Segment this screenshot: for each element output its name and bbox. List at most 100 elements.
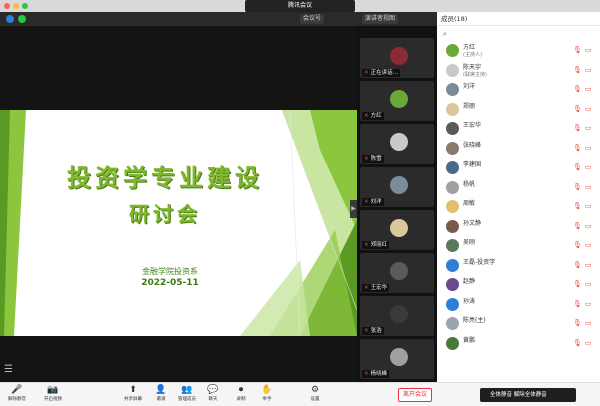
camera-off-icon[interactable]: ▭ (585, 339, 592, 347)
camera-off-icon[interactable]: ▭ (585, 300, 592, 308)
mic-muted-icon[interactable]: 🎙 (573, 280, 582, 288)
toolbar-label: 解除静音 (8, 397, 26, 402)
participant-row[interactable]: 周敏 🎙 ▭ (437, 198, 600, 217)
participant-name: 孙文静 (463, 219, 482, 227)
participant-row[interactable]: 郑丽 🎙 ▭ (437, 101, 600, 120)
tile-name: ✕ 张浩 (362, 327, 384, 335)
mic-muted-icon[interactable]: 🎙 (573, 124, 582, 132)
mic-muted-icon[interactable]: 🎙 (573, 163, 582, 171)
camera-off-icon[interactable]: ▭ (585, 105, 592, 113)
sidebar-toggle-icon[interactable]: ☰ (4, 364, 16, 376)
toolbar-button[interactable]: 💬 聊天 (202, 385, 224, 402)
toolbar-label: 开启视频 (44, 397, 62, 402)
participant-name: 孙涛 (463, 297, 476, 305)
window-controls[interactable] (4, 3, 28, 9)
mic-muted-icon[interactable]: 🎙 (573, 202, 582, 210)
mic-muted-icon[interactable]: 🎙 (573, 241, 582, 249)
video-tile[interactable]: ✕ 王宏华 (360, 253, 434, 293)
mic-muted-icon[interactable]: 🎙 (573, 46, 582, 54)
participant-row[interactable]: 杨帆 🎙 ▭ (437, 179, 600, 198)
participant-row[interactable]: 李建国 🎙 ▭ (437, 159, 600, 178)
participant-row[interactable]: 黄鹏 🎙 ▭ (437, 335, 600, 354)
camera-off-icon[interactable]: ▭ (585, 46, 592, 54)
mic-muted-icon[interactable]: 🎙 (573, 222, 582, 230)
toolbar-button[interactable]: ⬆ 共享屏幕 (122, 385, 144, 402)
toolbar-button[interactable]: 👥 管理成员 (176, 385, 198, 402)
mic-muted-icon[interactable]: 🎙 (573, 183, 582, 191)
toolbar-button[interactable]: 📷 开启视频 (42, 385, 64, 402)
video-tile[interactable]: ✕ 刘洋 (360, 167, 434, 207)
camera-off-icon[interactable]: ▭ (585, 163, 592, 171)
camera-off-icon[interactable]: ▭ (585, 280, 592, 288)
mic-muted-icon[interactable]: 🎙 (573, 66, 582, 74)
close-window-icon[interactable] (4, 3, 10, 9)
video-tile[interactable]: ✕ 正在讲话… (360, 38, 434, 78)
camera-off-icon[interactable]: ▭ (585, 222, 592, 230)
video-tile[interactable]: ✕ 郑丽红 (360, 210, 434, 250)
tile-name: ✕ 郑丽红 (362, 241, 390, 249)
camera-off-icon[interactable]: ▭ (585, 85, 592, 93)
slide-date: 2022-05-11 (141, 278, 199, 288)
toolbar-label: 聊天 (208, 397, 218, 402)
participant-row[interactable]: 王磊-投资学 🎙 ▭ (437, 257, 600, 276)
toolbar-label: 共享屏幕 (124, 397, 142, 402)
camera-off-icon[interactable]: ▭ (585, 241, 592, 249)
participant-name: 王磊-投资学 (463, 258, 496, 266)
minimize-window-icon[interactable] (13, 3, 19, 9)
camera-off-icon[interactable]: ▭ (585, 66, 592, 74)
toolbar-label: 设置 (310, 397, 320, 402)
participant-name: 周敏 (463, 200, 476, 207)
mute-all-bar[interactable]: 全体静音 解除全体静音 (480, 388, 576, 402)
participant-row[interactable]: 孙涛 🎙 ▭ (437, 296, 600, 315)
video-tile[interactable]: ✕ 方红 (360, 81, 434, 121)
camera-off-icon[interactable]: ▭ (585, 183, 592, 191)
camera-off-icon[interactable]: ▭ (585, 144, 592, 152)
participant-row[interactable]: 王宏华 🎙 ▭ (437, 120, 600, 139)
avatar (446, 141, 459, 155)
toolbar-button[interactable]: ⏺ 录制 (230, 385, 252, 402)
avatar (446, 83, 459, 96)
video-tile[interactable]: ✕ 陈雪 (360, 124, 434, 164)
toolbar-button[interactable]: 👤 邀请 (150, 385, 172, 402)
toolbar-button[interactable]: ✋ 举手 (256, 385, 278, 402)
toolbar-button[interactable]: ⚙ 设置 (304, 385, 326, 402)
participant-row[interactable]: 吴刚 🎙 ▭ (437, 237, 600, 256)
toolbar-button[interactable]: 🎤 解除静音 (6, 385, 28, 402)
mic-muted-icon[interactable]: 🎙 (573, 144, 582, 152)
avatar (446, 336, 459, 350)
tile-name: ✕ 陈雪 (362, 155, 384, 163)
participant-row[interactable]: 赵静 🎙 ▭ (437, 276, 600, 295)
participant-row[interactable]: 刘洋 🎙 ▭ (437, 81, 600, 100)
participant-name: 黄鹏 (463, 336, 476, 344)
mic-muted-icon[interactable]: 🎙 (573, 300, 582, 308)
participant-row[interactable]: 张晓峰 🎙 ▭ (437, 140, 600, 159)
search-icon[interactable]: ⌕ (443, 30, 451, 38)
collapse-gallery-icon[interactable]: ▶ (350, 200, 357, 218)
camera-off-icon[interactable]: ▭ (585, 261, 592, 269)
camera-off-icon[interactable]: ▭ (585, 202, 592, 210)
signal-icon[interactable] (18, 15, 26, 23)
mic-muted-icon[interactable]: 🎙 (573, 105, 582, 113)
shared-screen-area: 投资学专业建设 研讨会 金融学院投资系 2022-05-11 ☰ (0, 26, 357, 382)
participant-role: (主持人) (463, 52, 482, 58)
participant-row[interactable]: 孙文静 🎙 ▭ (437, 218, 600, 237)
mic-muted-icon[interactable]: 🎙 (573, 339, 582, 347)
info-icon[interactable] (6, 15, 14, 23)
video-tile[interactable]: ✕ 杨晓峰 (360, 339, 434, 379)
leave-meeting-button[interactable]: 离开会议 (398, 388, 432, 402)
camera-off-icon[interactable]: ▭ (585, 319, 592, 327)
camera-off-icon[interactable]: ▭ (585, 124, 592, 132)
mic-muted-icon[interactable]: 🎙 (573, 85, 582, 93)
participant-row[interactable]: 陈天宇 (联席主持) 🎙 ▭ (437, 62, 600, 81)
video-tile[interactable]: ✕ 张浩 (360, 296, 434, 336)
zoom-window-icon[interactable] (22, 3, 28, 9)
window-titlebar: 腾讯会议 (0, 0, 600, 12)
mic-muted-icon[interactable]: 🎙 (573, 319, 582, 327)
participant-row[interactable]: 方红 (主持人) 🎙 ▭ (437, 42, 600, 61)
meeting-id-button[interactable]: 会议号 (300, 14, 325, 24)
tile-name: ✕ 正在讲话… (362, 69, 401, 77)
participant-name: 陈亮(主) (463, 317, 486, 324)
participant-row[interactable]: 陈亮(主) 🎙 ▭ (437, 315, 600, 334)
mic-muted-icon[interactable]: 🎙 (573, 261, 582, 269)
view-switch-button[interactable]: 演讲者视图 (362, 14, 399, 24)
